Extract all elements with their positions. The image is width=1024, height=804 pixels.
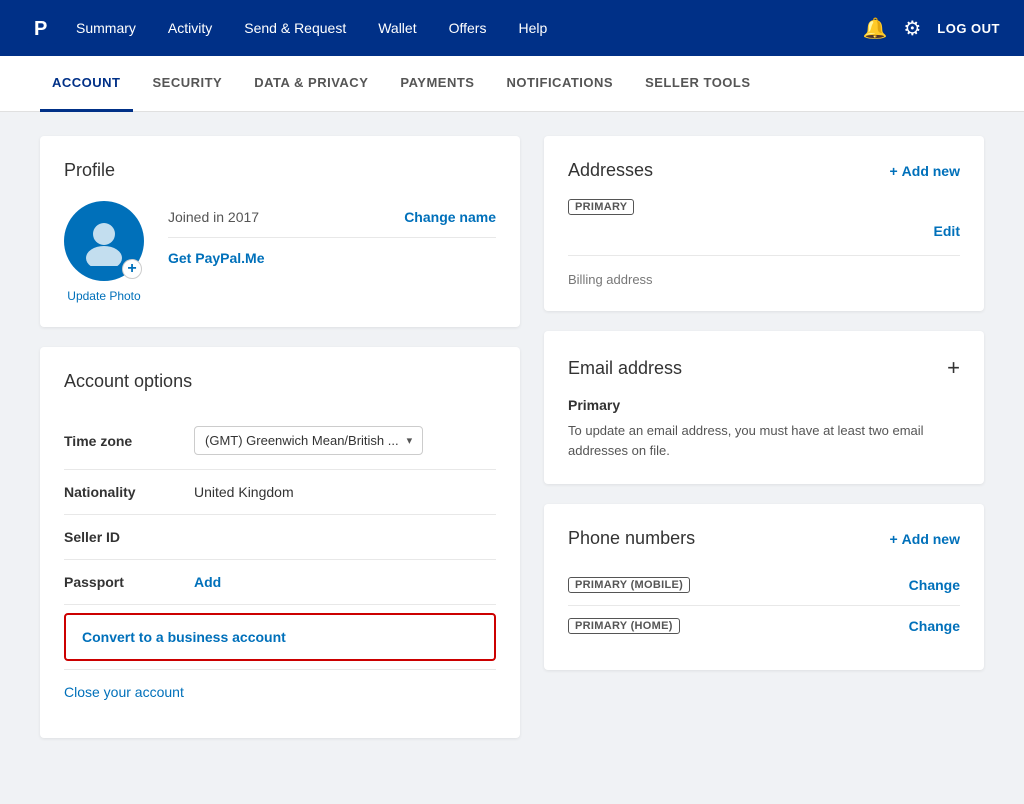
addresses-primary-badge: PRIMARY bbox=[568, 199, 634, 215]
phone-add-new-link[interactable]: + Add new bbox=[889, 531, 960, 547]
convert-business-box: Convert to a business account bbox=[64, 613, 496, 661]
email-note: To update an email address, you must hav… bbox=[568, 421, 960, 460]
nav-help[interactable]: Help bbox=[502, 0, 563, 56]
logout-button[interactable]: LOG OUT bbox=[937, 21, 1000, 36]
subnav-notifications[interactable]: NOTIFICATIONS bbox=[494, 56, 625, 112]
subnav-account[interactable]: ACCOUNT bbox=[40, 56, 133, 112]
subnav-data-privacy[interactable]: DATA & PRIVACY bbox=[242, 56, 380, 112]
nav-offers[interactable]: Offers bbox=[433, 0, 503, 56]
phone-row-mobile: PRIMARY (MOBILE) Change bbox=[568, 565, 960, 606]
nav-activity[interactable]: Activity bbox=[152, 0, 228, 56]
profile-info: Joined in 2017 Change name Get PayPal.Me bbox=[168, 201, 496, 266]
phone-card: Phone numbers + Add new PRIMARY (MOBILE)… bbox=[544, 504, 984, 670]
close-account-row: Close your account bbox=[64, 669, 496, 714]
nationality-label: Nationality bbox=[64, 484, 194, 500]
paypal-logo: P bbox=[24, 10, 60, 46]
phone-home-badge: PRIMARY (HOME) bbox=[568, 618, 680, 634]
profile-info-row: Joined in 2017 Change name bbox=[168, 209, 496, 238]
plus-icon-phone: + bbox=[889, 531, 897, 547]
profile-section: + Update Photo Joined in 2017 Change nam… bbox=[64, 201, 496, 303]
top-nav: P Summary Activity Send & Request Wallet… bbox=[0, 0, 1024, 56]
email-card: Email address + Primary To update an ema… bbox=[544, 331, 984, 484]
plus-icon: + bbox=[889, 163, 897, 179]
update-photo-link[interactable]: Update Photo bbox=[67, 289, 140, 303]
addresses-title: Addresses bbox=[568, 160, 653, 181]
addresses-card: Addresses + Add new PRIMARY Edit Billing… bbox=[544, 136, 984, 311]
gear-icon[interactable]: ⚙ bbox=[903, 16, 921, 41]
phone-home-change-link[interactable]: Change bbox=[909, 618, 960, 634]
avatar-plus-icon[interactable]: + bbox=[122, 259, 142, 279]
timezone-label: Time zone bbox=[64, 433, 194, 449]
email-title: Email address bbox=[568, 358, 682, 379]
phone-header: Phone numbers + Add new bbox=[568, 528, 960, 549]
timezone-value: (GMT) Greenwich Mean/British ... bbox=[205, 433, 399, 448]
top-nav-links: Summary Activity Send & Request Wallet O… bbox=[60, 0, 862, 56]
sellerid-row: Seller ID bbox=[64, 515, 496, 560]
phone-row-home: PRIMARY (HOME) Change bbox=[568, 606, 960, 646]
nav-wallet[interactable]: Wallet bbox=[362, 0, 432, 56]
addresses-header: Addresses + Add new bbox=[568, 160, 960, 181]
email-add-icon[interactable]: + bbox=[947, 355, 960, 381]
joined-text: Joined in 2017 bbox=[168, 209, 259, 225]
subnav-payments[interactable]: PAYMENTS bbox=[388, 56, 486, 112]
close-account-link[interactable]: Close your account bbox=[64, 670, 496, 714]
sellerid-label: Seller ID bbox=[64, 529, 194, 545]
addresses-add-new-link[interactable]: + Add new bbox=[889, 163, 960, 179]
account-options-card: Account options Time zone (GMT) Greenwic… bbox=[40, 347, 520, 738]
addresses-edit-link[interactable]: Edit bbox=[568, 223, 960, 239]
profile-title: Profile bbox=[64, 160, 496, 181]
profile-card: Profile + Update Photo Joined in 2017 bbox=[40, 136, 520, 327]
nationality-row: Nationality United Kingdom bbox=[64, 470, 496, 515]
avatar-container: + Update Photo bbox=[64, 201, 144, 303]
right-column: Addresses + Add new PRIMARY Edit Billing… bbox=[544, 136, 984, 738]
nav-send-request[interactable]: Send & Request bbox=[228, 0, 362, 56]
svg-text:P: P bbox=[34, 18, 47, 40]
main-content: Profile + Update Photo Joined in 2017 bbox=[0, 112, 1024, 762]
nationality-value: United Kingdom bbox=[194, 484, 294, 500]
convert-business-link[interactable]: Convert to a business account bbox=[82, 629, 286, 645]
timezone-row: Time zone (GMT) Greenwich Mean/British .… bbox=[64, 412, 496, 470]
top-nav-right: 🔔 ⚙ LOG OUT bbox=[862, 16, 1000, 41]
billing-address-text: Billing address bbox=[568, 255, 960, 287]
passport-row: Passport Add bbox=[64, 560, 496, 605]
passport-label: Passport bbox=[64, 574, 194, 590]
phone-add-new-label: Add new bbox=[902, 531, 960, 547]
sub-nav: ACCOUNT SECURITY DATA & PRIVACY PAYMENTS… bbox=[0, 56, 1024, 112]
avatar[interactable]: + bbox=[64, 201, 144, 281]
paypalme-link[interactable]: Get PayPal.Me bbox=[168, 250, 265, 266]
change-name-link[interactable]: Change name bbox=[404, 209, 496, 225]
bell-icon[interactable]: 🔔 bbox=[862, 16, 887, 41]
email-header: Email address + bbox=[568, 355, 960, 381]
subnav-seller-tools[interactable]: SELLER TOOLS bbox=[633, 56, 762, 112]
subnav-security[interactable]: SECURITY bbox=[141, 56, 235, 112]
phone-title: Phone numbers bbox=[568, 528, 695, 549]
timezone-dropdown[interactable]: (GMT) Greenwich Mean/British ... ▾ bbox=[194, 426, 423, 455]
left-column: Profile + Update Photo Joined in 2017 bbox=[40, 136, 520, 738]
phone-mobile-change-link[interactable]: Change bbox=[909, 577, 960, 593]
passport-add-link[interactable]: Add bbox=[194, 574, 221, 590]
chevron-down-icon: ▾ bbox=[407, 434, 413, 447]
addresses-add-new-label: Add new bbox=[902, 163, 960, 179]
nav-summary[interactable]: Summary bbox=[60, 0, 152, 56]
email-primary-label: Primary bbox=[568, 397, 960, 413]
phone-mobile-badge: PRIMARY (MOBILE) bbox=[568, 577, 690, 593]
account-options-title: Account options bbox=[64, 371, 496, 392]
